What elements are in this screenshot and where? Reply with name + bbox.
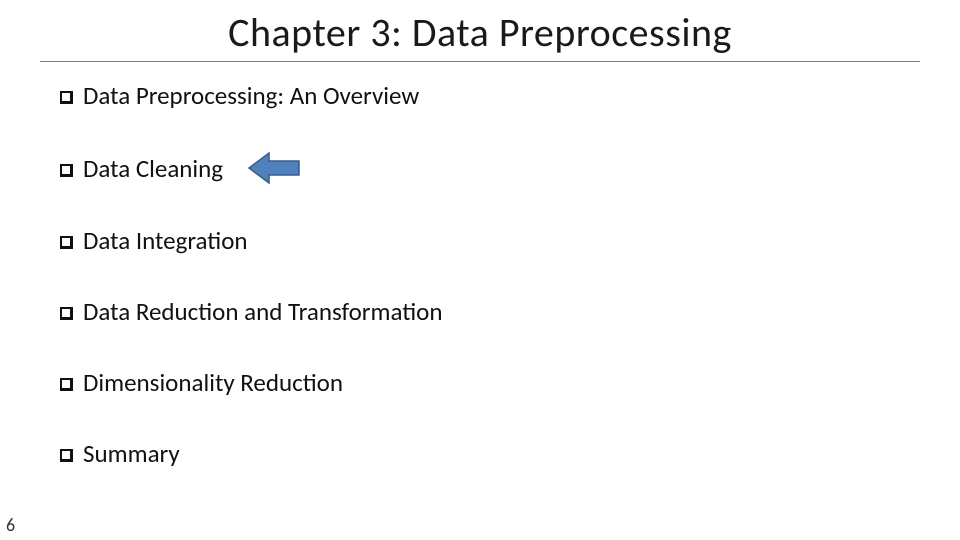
list-item: Dimensionality Reduction (60, 367, 900, 398)
square-bullet-icon (60, 307, 73, 320)
square-bullet-icon (60, 91, 73, 104)
square-bullet-icon (60, 378, 73, 391)
page-number: 6 (6, 514, 15, 536)
list-item: Data Preprocessing: An Overview (60, 80, 900, 111)
list-item: Data Reduction and Transformation (60, 296, 900, 327)
square-bullet-icon (60, 449, 73, 462)
slide: Chapter 3: Data Preprocessing Data Prepr… (0, 0, 960, 540)
list-item-label: Data Preprocessing: An Overview (83, 80, 419, 111)
list-item: Summary (60, 438, 900, 469)
list-item-label: Data Reduction and Transformation (83, 296, 443, 327)
list-item-label: Data Cleaning (83, 153, 223, 184)
left-arrow-icon (247, 151, 301, 185)
list-item: Data Integration (60, 225, 900, 256)
list-item: Data Cleaning (60, 151, 900, 185)
slide-title: Chapter 3: Data Preprocessing (0, 0, 960, 57)
square-bullet-icon (60, 164, 73, 177)
arrow-shape (249, 153, 299, 183)
list-item-label: Summary (83, 438, 180, 469)
slide-body: Data Preprocessing: An Overview Data Cle… (0, 62, 960, 469)
list-item-label: Dimensionality Reduction (83, 367, 343, 398)
list-item-label: Data Integration (83, 225, 248, 256)
square-bullet-icon (60, 236, 73, 249)
